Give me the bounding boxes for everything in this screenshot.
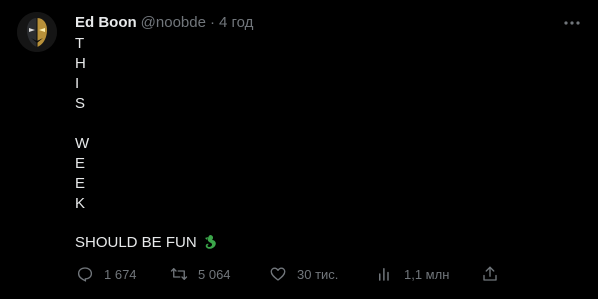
reply-count: 1 674 bbox=[104, 266, 137, 282]
closing-text: SHOULD BE FUN bbox=[75, 234, 197, 251]
share-button[interactable] bbox=[480, 264, 500, 284]
more-dots-icon bbox=[564, 21, 580, 25]
like-count: 30 тис. bbox=[297, 266, 339, 282]
retweet-icon bbox=[169, 264, 189, 284]
views-count: 1,1 млн bbox=[404, 266, 450, 282]
tweet-letter: E bbox=[75, 175, 86, 192]
tweet-letter: H bbox=[75, 55, 86, 72]
dragon-logo-emoji-icon bbox=[202, 234, 218, 252]
share-icon bbox=[480, 264, 500, 284]
tweet-card[interactable]: Ed Boon @noobde · 4 год T H I S W E E K … bbox=[0, 0, 598, 299]
views-chart-icon bbox=[375, 264, 395, 284]
retweet-button[interactable]: 5 064 bbox=[169, 264, 231, 284]
tweet-closing-line: SHOULD BE FUN bbox=[75, 233, 218, 253]
retweet-count: 5 064 bbox=[198, 266, 231, 282]
views-button[interactable]: 1,1 млн bbox=[375, 264, 449, 284]
author-name[interactable]: Ed Boon bbox=[75, 14, 137, 31]
tweet-letter: T bbox=[75, 35, 85, 52]
reply-icon bbox=[75, 264, 95, 284]
tweet-letter: E bbox=[75, 155, 86, 172]
tweet-header: Ed Boon @noobde · 4 год bbox=[75, 12, 253, 32]
avatar-image bbox=[17, 12, 57, 52]
avatar[interactable] bbox=[17, 12, 57, 52]
more-options-button[interactable] bbox=[562, 13, 582, 33]
tweet-text-vertical: T H I S W E E K bbox=[75, 34, 89, 214]
heart-icon bbox=[268, 264, 288, 284]
like-button[interactable]: 30 тис. bbox=[268, 264, 338, 284]
tweet-letter: K bbox=[75, 195, 86, 212]
timestamp[interactable]: 4 год bbox=[219, 14, 253, 31]
tweet-letter: S bbox=[75, 95, 86, 112]
separator-dot: · bbox=[209, 13, 215, 31]
reply-button[interactable]: 1 674 bbox=[75, 264, 137, 284]
tweet-letter: W bbox=[75, 135, 90, 152]
tweet-letter-blank bbox=[75, 114, 89, 134]
tweet-letter: I bbox=[75, 75, 80, 92]
tweet-actions-bar: 1 674 5 064 30 тис. 1,1 млн bbox=[70, 264, 500, 284]
author-handle[interactable]: @noobde bbox=[141, 14, 206, 31]
